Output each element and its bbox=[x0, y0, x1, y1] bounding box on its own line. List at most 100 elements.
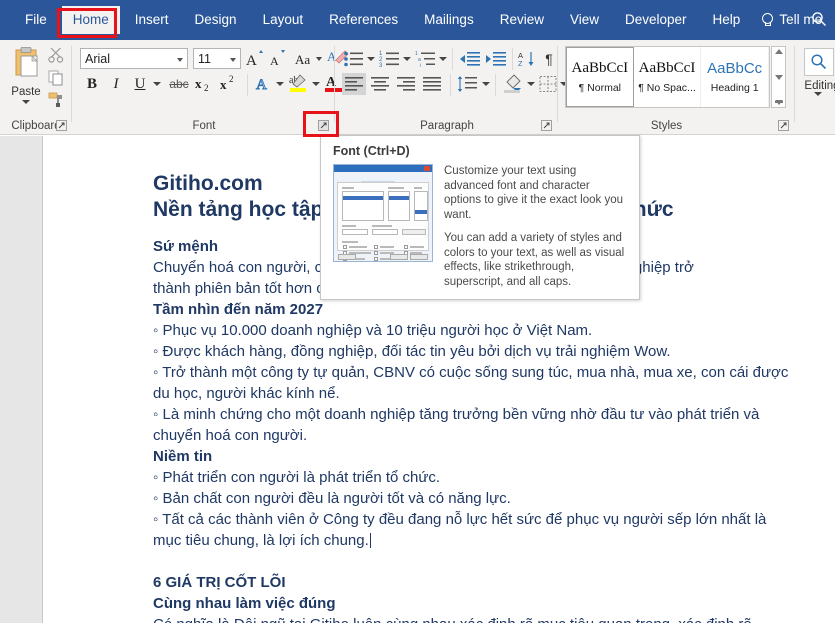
bullets-dropdown[interactable] bbox=[365, 48, 376, 69]
ribbon-tab-bar: File Home Insert Design Layout Reference… bbox=[0, 0, 835, 40]
group-divider bbox=[557, 46, 558, 122]
group-divider bbox=[247, 74, 248, 96]
chevron-down-icon[interactable] bbox=[177, 58, 183, 62]
decrease-indent-button[interactable] bbox=[458, 48, 482, 69]
ribbon: Paste Clipboard Arial 11 A A Aa A B I U … bbox=[0, 40, 835, 135]
clipboard-dialog-launcher[interactable] bbox=[55, 119, 68, 132]
align-center-button[interactable] bbox=[368, 73, 392, 95]
styles-dialog-launcher[interactable] bbox=[777, 119, 790, 132]
font-name-value: Arial bbox=[85, 52, 111, 66]
bullet-item: ◦ Được khách hàng, đồng nghiệp, đối tác … bbox=[153, 343, 671, 360]
font-dialog-launcher[interactable] bbox=[317, 119, 330, 132]
grow-font-button[interactable]: A bbox=[245, 48, 267, 69]
ribbon-group-clipboard: Paste Clipboard bbox=[0, 40, 72, 135]
font-name-input[interactable]: Arial bbox=[80, 48, 188, 69]
tab-review[interactable]: Review bbox=[489, 6, 555, 34]
style-item-heading-1[interactable]: AaBbCс Heading 1 bbox=[701, 47, 770, 107]
underline-button[interactable]: U bbox=[129, 73, 151, 95]
copy-button[interactable] bbox=[47, 68, 67, 88]
justify-icon bbox=[423, 77, 441, 91]
underline-dropdown[interactable] bbox=[151, 73, 163, 95]
strikethrough-button[interactable]: abc bbox=[166, 73, 192, 95]
multilevel-list-icon: 1 a i bbox=[415, 51, 435, 68]
numbering-dropdown[interactable] bbox=[401, 48, 412, 69]
line-spacing-dropdown[interactable] bbox=[480, 73, 491, 95]
multilevel-list-button[interactable]: 1 a i bbox=[414, 48, 438, 69]
group-divider bbox=[450, 74, 451, 96]
tab-wrap-file: File bbox=[14, 6, 58, 34]
tab-home[interactable]: Home bbox=[61, 6, 120, 34]
tab-layout[interactable]: Layout bbox=[252, 6, 315, 34]
shrink-font-button[interactable]: A bbox=[268, 48, 290, 69]
chevron-down-icon[interactable] bbox=[230, 58, 236, 62]
tab-help[interactable]: Help bbox=[702, 6, 752, 34]
paste-button[interactable]: Paste bbox=[6, 46, 46, 104]
copy-icon bbox=[48, 70, 63, 86]
subscript-button[interactable]: x 2 bbox=[193, 73, 217, 95]
shading-button[interactable] bbox=[501, 72, 525, 95]
scroll-down-icon[interactable] bbox=[774, 74, 783, 80]
paragraph-dialog-launcher[interactable] bbox=[540, 119, 553, 132]
tab-wrap-home: Home bbox=[61, 6, 120, 34]
bold-button[interactable]: B bbox=[81, 73, 103, 95]
line-spacing-icon bbox=[457, 76, 477, 92]
bullet-item: ◦ Trở thành một công ty tự quản, CBNV có… bbox=[153, 364, 789, 402]
editing-group-label: Editing bbox=[804, 80, 835, 92]
borders-button[interactable] bbox=[537, 73, 559, 95]
numbering-button[interactable]: 1 2 3 bbox=[378, 48, 402, 69]
tab-insert[interactable]: Insert bbox=[124, 6, 180, 34]
style-item-normal[interactable]: AaBbCcI ¶ Normal bbox=[566, 47, 634, 107]
show-formatting-marks-button[interactable]: ¶ bbox=[539, 48, 559, 69]
styles-gallery[interactable]: AaBbCcI ¶ Normal AaBbCcI ¶ No Spac... Aa… bbox=[565, 46, 770, 108]
svg-text:2: 2 bbox=[204, 83, 209, 93]
ribbon-group-font: Arial 11 A A Aa A B I U abc x 2 x 2 A ab… bbox=[73, 40, 354, 135]
borders-icon bbox=[539, 76, 557, 92]
tab-file[interactable]: File bbox=[14, 6, 58, 34]
search-icon[interactable] bbox=[811, 11, 827, 27]
group-divider bbox=[512, 48, 513, 70]
sort-button[interactable]: A Z bbox=[517, 48, 539, 69]
styles-scrollbar[interactable] bbox=[771, 46, 786, 108]
align-right-button[interactable] bbox=[394, 73, 418, 95]
scroll-up-icon[interactable] bbox=[774, 49, 783, 54]
tab-wrap-view: View bbox=[559, 6, 610, 34]
increase-indent-icon bbox=[486, 51, 506, 66]
multilevel-list-dropdown[interactable] bbox=[437, 48, 448, 69]
tab-design[interactable]: Design bbox=[184, 6, 248, 34]
text-highlight-button[interactable]: ab bbox=[287, 71, 311, 95]
svg-text:Aa: Aa bbox=[295, 52, 310, 67]
tab-view[interactable]: View bbox=[559, 6, 610, 34]
superscript-button[interactable]: x 2 bbox=[218, 73, 242, 95]
cut-button[interactable] bbox=[47, 46, 67, 66]
tab-references[interactable]: References bbox=[318, 6, 409, 34]
editing-dropdown[interactable] bbox=[814, 92, 822, 114]
chevron-down-icon[interactable] bbox=[22, 100, 30, 104]
text-effects-button[interactable]: A bbox=[253, 73, 275, 95]
shrink-font-icon: A bbox=[270, 49, 285, 68]
text-highlight-dropdown[interactable] bbox=[310, 73, 321, 95]
find-button[interactable] bbox=[804, 48, 834, 76]
format-painter-button[interactable] bbox=[47, 90, 67, 110]
style-preview: AaBbCcI bbox=[638, 60, 696, 76]
tab-mailings[interactable]: Mailings bbox=[413, 6, 485, 34]
increase-indent-button[interactable] bbox=[484, 48, 508, 69]
more-styles-icon[interactable] bbox=[774, 100, 783, 105]
tab-developer[interactable]: Developer bbox=[614, 6, 698, 34]
group-divider bbox=[71, 46, 72, 122]
italic-button[interactable]: I bbox=[105, 73, 127, 95]
text-effects-dropdown[interactable] bbox=[274, 73, 285, 95]
shading-dropdown[interactable] bbox=[525, 73, 536, 95]
tab-wrap-review: Review bbox=[489, 6, 555, 34]
style-item-no-spacing[interactable]: AaBbCcI ¶ No Spac... bbox=[634, 47, 702, 107]
ribbon-group-editing: Editing bbox=[800, 40, 835, 135]
tooltip-paragraph-1: Customize your text using advanced font … bbox=[444, 165, 623, 221]
change-case-button[interactable]: Aa bbox=[294, 48, 326, 69]
bullets-button[interactable] bbox=[342, 48, 366, 69]
tooltip-description: Customize your text using advanced font … bbox=[444, 164, 629, 298]
justify-button[interactable] bbox=[420, 73, 444, 95]
align-left-button[interactable] bbox=[342, 73, 366, 95]
font-size-input[interactable]: 11 bbox=[193, 48, 241, 69]
svg-text:i: i bbox=[420, 63, 421, 68]
line-spacing-button[interactable] bbox=[456, 73, 480, 95]
tooltip-paragraph-2: You can add a variety of styles and colo… bbox=[444, 232, 625, 288]
